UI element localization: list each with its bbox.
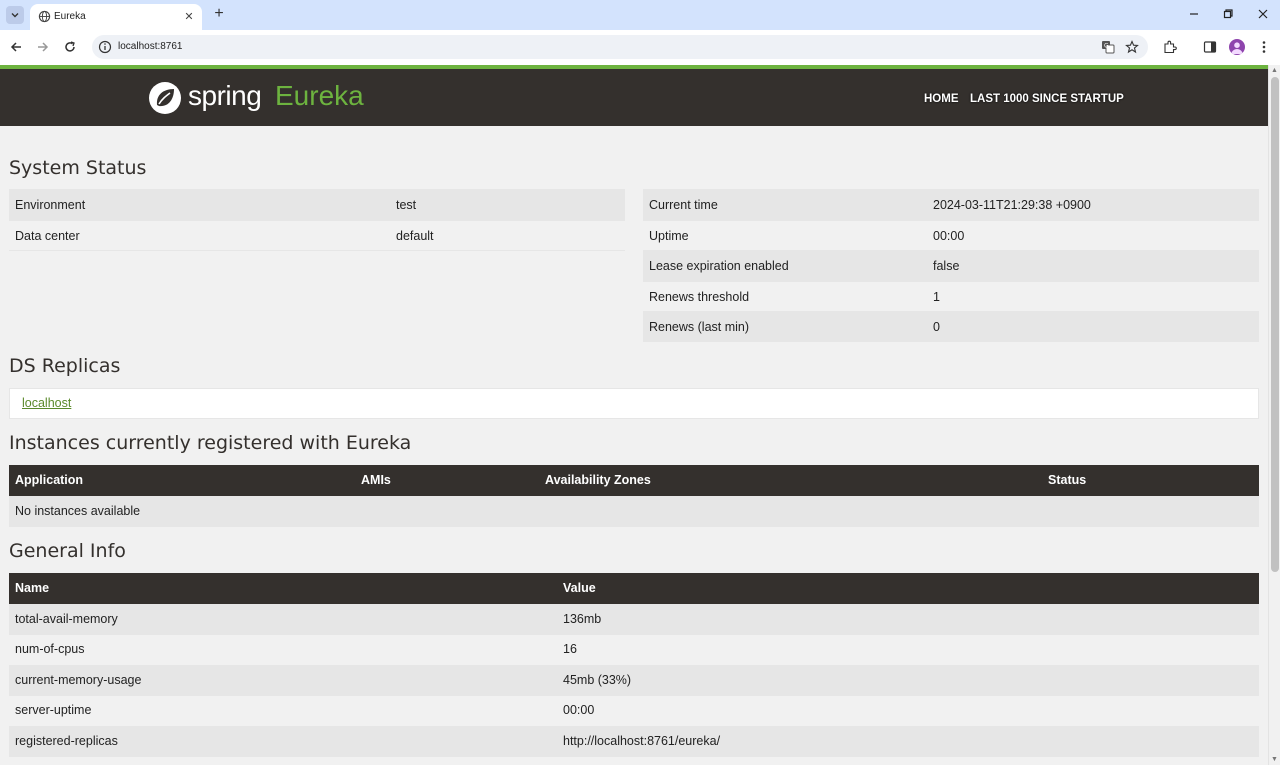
info-value: 45mb (33%) bbox=[563, 673, 632, 687]
info-name: num-of-cpus bbox=[15, 642, 85, 656]
info-value: 00:00 bbox=[563, 703, 595, 717]
nav-last-1000-link[interactable]: LAST 1000 SINCE STARTUP bbox=[970, 93, 1124, 105]
general-info-table-header: Name Value bbox=[9, 573, 1259, 604]
table-row: registered-replicas http://localhost:876… bbox=[9, 726, 1259, 757]
info-name: current-memory-usage bbox=[15, 673, 142, 687]
status-row: Uptime 00:00 bbox=[643, 220, 1259, 251]
status-row: Renews threshold 1 bbox=[643, 281, 1259, 312]
status-row: Data center default bbox=[9, 220, 625, 251]
table-row: current-memory-usage 45mb (33%) bbox=[9, 665, 1259, 696]
status-value: 00:00 bbox=[933, 229, 965, 243]
svg-text:G: G bbox=[1104, 43, 1109, 50]
status-label: Current time bbox=[649, 198, 718, 212]
side-panel-icon[interactable] bbox=[1202, 39, 1218, 55]
column-header: Value bbox=[563, 581, 596, 595]
extensions-puzzle-icon[interactable] bbox=[1162, 39, 1178, 55]
system-status-heading: System Status bbox=[9, 157, 147, 179]
empty-instances-text: No instances available bbox=[15, 504, 141, 518]
close-tab-icon[interactable]: ✕ bbox=[182, 9, 196, 23]
info-name: registered-replicas bbox=[15, 734, 118, 748]
general-info-heading: General Info bbox=[9, 540, 126, 562]
status-row: Lease expiration enabled false bbox=[643, 250, 1259, 281]
page-content: spring Eureka HOME LAST 1000 SINCE START… bbox=[0, 65, 1268, 765]
globe-icon bbox=[38, 10, 51, 23]
url-text: localhost:8761 bbox=[118, 41, 183, 52]
column-header: Availability Zones bbox=[545, 473, 651, 487]
scroll-thumb[interactable] bbox=[1271, 77, 1279, 572]
status-label: Lease expiration enabled bbox=[649, 259, 789, 273]
status-label: Renews threshold bbox=[649, 290, 750, 304]
status-label: Renews (last min) bbox=[649, 320, 750, 334]
profile-avatar[interactable] bbox=[1229, 39, 1245, 55]
back-arrow-icon[interactable] bbox=[8, 39, 24, 55]
info-name: server-uptime bbox=[15, 703, 92, 717]
table-row: num-of-cpus 16 bbox=[9, 634, 1259, 665]
status-row: Environment test bbox=[9, 189, 625, 220]
close-window-icon[interactable] bbox=[1255, 6, 1271, 22]
status-value: false bbox=[933, 259, 960, 273]
replica-link[interactable]: localhost bbox=[22, 396, 71, 410]
status-row: Renews (last min) 0 bbox=[643, 311, 1259, 342]
more-menu-icon[interactable] bbox=[1256, 39, 1272, 55]
status-value: 2024-03-11T21:29:38 +0900 bbox=[933, 198, 1091, 212]
address-bar[interactable]: localhost:8761 G bbox=[92, 35, 1148, 59]
status-label: Data center bbox=[15, 229, 80, 243]
logo-eureka-text: Eureka bbox=[275, 80, 364, 111]
instances-heading: Instances currently registered with Eure… bbox=[9, 432, 412, 454]
info-value: 16 bbox=[563, 642, 577, 656]
status-value: default bbox=[396, 229, 434, 243]
new-tab-plus-icon[interactable]: + bbox=[211, 6, 227, 22]
column-header: Status bbox=[1048, 473, 1087, 487]
browser-toolbar: localhost:8761 G bbox=[0, 30, 1280, 65]
table-row: total-avail-memory 136mb bbox=[9, 604, 1259, 635]
browser-tab[interactable]: Eureka ✕ bbox=[30, 4, 202, 30]
table-row: No instances available bbox=[9, 496, 1259, 527]
spring-leaf-logo-icon[interactable] bbox=[148, 81, 182, 115]
site-header: spring Eureka HOME LAST 1000 SINCE START… bbox=[0, 69, 1268, 126]
nav-home-link[interactable]: HOME bbox=[924, 93, 959, 105]
info-name: total-avail-memory bbox=[15, 612, 118, 626]
info-value: http://localhost:8761/eureka/ bbox=[563, 734, 721, 748]
tab-search-chevron-icon[interactable] bbox=[6, 6, 24, 24]
status-value: test bbox=[396, 198, 417, 212]
translate-icon[interactable]: G bbox=[1100, 39, 1116, 55]
ds-replicas-list: localhost bbox=[9, 388, 1259, 419]
ds-replicas-heading: DS Replicas bbox=[9, 355, 121, 377]
forward-arrow-icon[interactable] bbox=[35, 39, 51, 55]
scroll-down-arrow-icon[interactable]: ▼ bbox=[1271, 756, 1278, 763]
restore-icon[interactable] bbox=[1220, 6, 1236, 22]
tab-title: Eureka bbox=[54, 11, 86, 22]
status-label: Environment bbox=[15, 198, 86, 212]
reload-icon[interactable] bbox=[62, 39, 78, 55]
column-header: Name bbox=[15, 581, 50, 595]
page-scrollbar[interactable]: ▲ ▼ bbox=[1268, 65, 1280, 765]
browser-tab-bar: Eureka ✕ + bbox=[0, 0, 1280, 30]
info-value: 136mb bbox=[563, 612, 602, 626]
status-value: 1 bbox=[933, 290, 940, 304]
column-header: AMIs bbox=[361, 473, 391, 487]
column-header: Application bbox=[15, 473, 84, 487]
status-value: 0 bbox=[933, 320, 940, 334]
status-row: Current time 2024-03-11T21:29:38 +0900 bbox=[643, 189, 1259, 220]
minimize-icon[interactable] bbox=[1186, 6, 1202, 22]
scroll-up-arrow-icon[interactable]: ▲ bbox=[1271, 67, 1278, 74]
table-row: server-uptime 00:00 bbox=[9, 695, 1259, 726]
bookmark-star-icon[interactable] bbox=[1124, 39, 1140, 55]
logo-spring-text: spring bbox=[188, 80, 262, 111]
instances-table-header: Application AMIs Availability Zones Stat… bbox=[9, 465, 1259, 496]
site-info-icon[interactable] bbox=[98, 40, 112, 54]
status-label: Uptime bbox=[649, 229, 689, 243]
